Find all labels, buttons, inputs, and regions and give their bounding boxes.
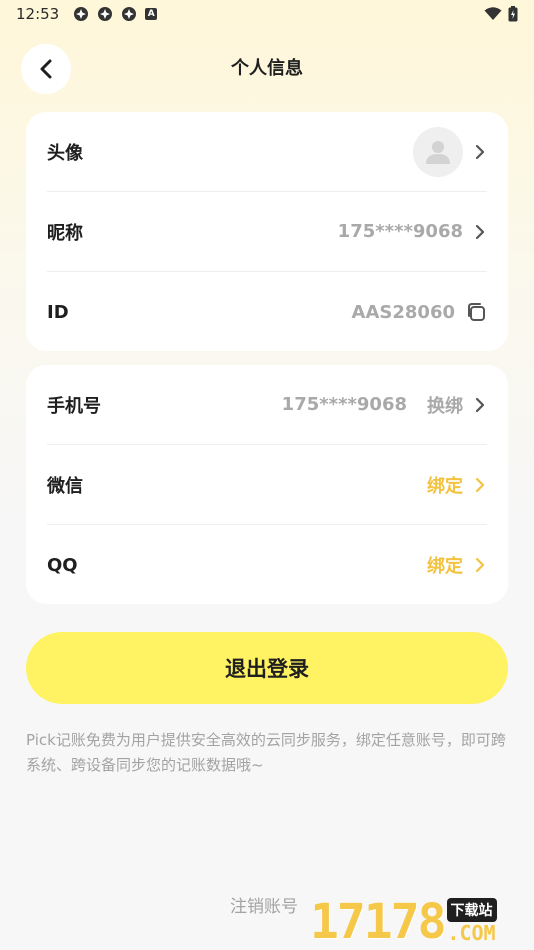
battery-icon: [508, 6, 518, 22]
site-watermark: 17178 下载站 .COM: [310, 888, 534, 950]
account-binding-card: 手机号 175****9068 换绑 微信 绑定 QQ 绑定: [26, 365, 508, 604]
app-notification-icon: [97, 6, 113, 22]
status-time: 12:53: [16, 5, 60, 23]
logout-button[interactable]: 退出登录: [26, 632, 508, 704]
id-row: ID AAS28060: [47, 272, 487, 352]
qq-label: QQ: [47, 554, 78, 576]
chevron-right-icon: [473, 143, 487, 161]
avatar-row[interactable]: 头像: [47, 112, 487, 192]
watermark-number: 17178: [310, 894, 446, 950]
sync-description: Pick记账免费为用户提供安全高效的云同步服务，绑定任意账号，即可跨系统、跨设备…: [26, 731, 506, 774]
cancel-account-link[interactable]: 注销账号: [230, 892, 298, 917]
chevron-right-icon: [473, 556, 487, 574]
status-bar: 12:53 A: [0, 0, 534, 28]
back-button[interactable]: [21, 44, 71, 94]
phone-value: 175****9068: [281, 394, 407, 415]
chevron-left-icon: [39, 59, 53, 79]
nickname-row[interactable]: 昵称 175****9068: [47, 192, 487, 272]
nickname-value: 175****9068: [337, 221, 463, 242]
phone-row[interactable]: 手机号 175****9068 换绑: [47, 365, 487, 445]
rebind-phone-button[interactable]: 换绑: [427, 392, 463, 418]
a-badge-letter: A: [147, 9, 155, 19]
qq-row[interactable]: QQ 绑定: [47, 525, 487, 605]
app-notification-icon: [121, 6, 137, 22]
copy-icon[interactable]: [465, 301, 487, 323]
watermark-domain: .COM: [447, 921, 496, 945]
a-badge-icon: A: [145, 8, 158, 20]
user-icon: [425, 139, 451, 165]
id-label: ID: [47, 301, 69, 323]
nav-bar: 个人信息: [0, 44, 534, 94]
chevron-right-icon: [473, 476, 487, 494]
watermark-side: 下载站 .COM: [446, 898, 497, 945]
nickname-label: 昵称: [47, 222, 83, 244]
phone-label: 手机号: [47, 395, 101, 417]
app-notification-icon: [73, 6, 89, 22]
page-title: 个人信息: [231, 58, 303, 79]
chevron-right-icon: [473, 396, 487, 414]
avatar: [413, 126, 463, 177]
bind-wechat-button[interactable]: 绑定: [427, 472, 463, 498]
watermark-site: 下载站: [446, 898, 497, 922]
bind-qq-button[interactable]: 绑定: [427, 552, 463, 578]
chevron-right-icon: [473, 223, 487, 241]
wifi-icon: [484, 7, 502, 21]
profile-card: 头像 昵称 175****9068 ID AAS28060: [26, 112, 508, 351]
wechat-row[interactable]: 微信 绑定: [47, 445, 487, 525]
avatar-label: 头像: [47, 142, 83, 164]
id-value: AAS28060: [351, 301, 455, 323]
wechat-label: 微信: [47, 475, 83, 497]
